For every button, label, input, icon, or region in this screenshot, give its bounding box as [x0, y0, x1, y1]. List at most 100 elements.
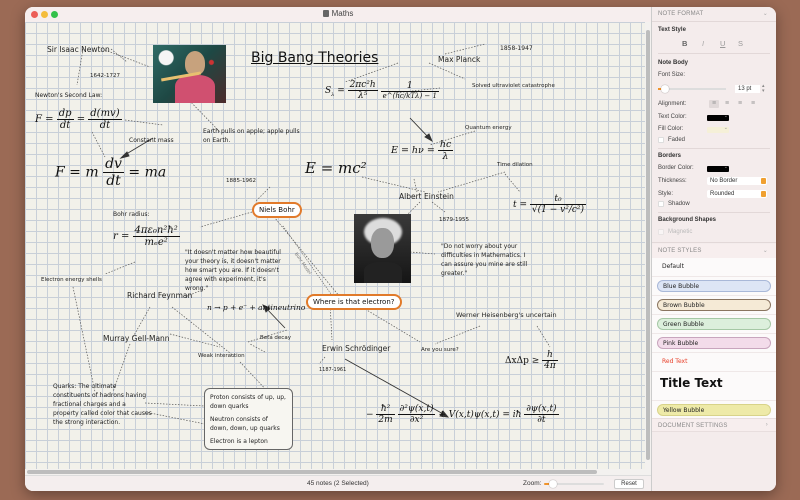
- chevron-down-icon[interactable]: ⌄: [763, 10, 768, 17]
- note-styles-list: Default Blue Bubble Brown Bubble Green Bubb…: [652, 258, 776, 424]
- note-erwin-schrodinger[interactable]: Erwin Schrödinger: [322, 344, 390, 353]
- fill-color-well[interactable]: ⌄: [707, 125, 729, 133]
- note-quantum-energy[interactable]: Quantum energy: [465, 125, 512, 131]
- horizontal-scroll-thumb[interactable]: [27, 470, 597, 474]
- equation-newton-fma[interactable]: F = m dv dt = ma: [55, 156, 166, 189]
- link-line: [72, 286, 96, 393]
- vertical-scroll-thumb[interactable]: [646, 30, 650, 460]
- eq-num: dv: [103, 156, 124, 173]
- newton-portrait-image[interactable]: [153, 45, 226, 103]
- text-color-well[interactable]: ⌄: [707, 113, 729, 121]
- link-line: [132, 306, 151, 338]
- note-newton-years[interactable]: 1642-1727: [90, 73, 120, 79]
- note-schrodinger-years[interactable]: 1187-1961: [319, 367, 346, 373]
- equation-schrodinger[interactable]: − ħ² 2m ∂²ψ(x,t) ∂x² + V(x,t)ψ(x,t) = iħ ∂…: [366, 404, 559, 425]
- note-heisenberg[interactable]: Werner Heisenberg's uncertain: [456, 311, 557, 319]
- zoom-slider-knob[interactable]: [549, 480, 558, 488]
- note-style-item[interactable]: Brown Bubble: [652, 296, 776, 315]
- faded-checkbox[interactable]: [658, 137, 664, 143]
- equation-bohr-radius[interactable]: r = 4πε₀n²ħ² mₑe²: [113, 225, 180, 248]
- note-beta-decay[interactable]: Beta decay: [260, 335, 291, 341]
- einstein-portrait-image[interactable]: [354, 214, 411, 283]
- note-style-item[interactable]: Red Text: [652, 353, 776, 372]
- chevron-down-icon: ⌄: [723, 164, 728, 170]
- title-bar: Maths: [25, 7, 651, 22]
- eq-fraction: 2πc²h λ⁵: [347, 80, 378, 101]
- note-newton-second-law[interactable]: Newton's Second Law:: [35, 92, 102, 99]
- magnetic-checkbox[interactable]: [658, 229, 664, 235]
- note-bohr-radius[interactable]: Bohr radius:: [113, 211, 150, 218]
- zoom-slider[interactable]: [544, 480, 604, 488]
- note-einstein-quote[interactable]: "Do not worry about your difficulties in…: [441, 242, 531, 278]
- note-albert-einstein[interactable]: Albert Einstein: [399, 192, 454, 201]
- note-time-dilation[interactable]: Time dilation: [497, 162, 533, 168]
- underline-button[interactable]: U: [720, 39, 725, 48]
- equation-emc2[interactable]: E = mc²: [305, 159, 367, 177]
- equation-uncertainty[interactable]: ΔxΔp ≥ h 4π: [505, 350, 558, 371]
- note-max-planck[interactable]: Max Planck: [438, 55, 480, 64]
- map-title[interactable]: Big Bang Theories: [251, 50, 378, 66]
- app-window: Maths Big Bang Theories Sir Isaac Newton…: [25, 7, 776, 491]
- link-line: [144, 402, 206, 407]
- equation-newton-momentum[interactable]: F = dp dt = d(mv) dt: [35, 108, 122, 131]
- note-bohr-years[interactable]: 1885-1962: [226, 178, 256, 184]
- note-murray-gell-mann[interactable]: Murray Gell-Mann: [103, 334, 170, 343]
- font-size-slider-knob[interactable]: [661, 85, 669, 93]
- eq-den: e^(hc/kTλ) − 1: [382, 92, 437, 100]
- italic-button[interactable]: I: [702, 39, 704, 48]
- align-left-button[interactable]: ≡: [709, 100, 719, 108]
- note-ultraviolet[interactable]: Solved ultraviolet catastrophe: [472, 83, 555, 89]
- note-are-you-sure[interactable]: Are you sure?: [421, 347, 459, 353]
- thickness-popup[interactable]: No Border: [707, 177, 767, 185]
- mind-map-canvas[interactable]: Big Bang Theories Sir Isaac Newton 1642-…: [25, 22, 645, 469]
- align-justify-button[interactable]: ≡: [748, 100, 758, 108]
- link-line: [110, 48, 128, 63]
- align-right-button[interactable]: ≡: [735, 100, 745, 108]
- note-style-item[interactable]: Title Text: [652, 372, 776, 401]
- equation-beta-decay[interactable]: n → p + e⁻ + antineutrino: [207, 303, 305, 312]
- note-style-item[interactable]: Green Bubble: [652, 315, 776, 334]
- note-earth-pulls[interactable]: Earth pulls on apple; apple pulls on Ear…: [203, 127, 303, 145]
- note-style-label: Green Bubble: [657, 318, 771, 330]
- border-style-popup[interactable]: Rounded: [707, 190, 767, 198]
- eq-fraction: d(mv) dt: [88, 108, 122, 131]
- font-size-field[interactable]: 13 pt: [735, 85, 760, 93]
- note-particles-box[interactable]: Proton consists of up, up, down quarks N…: [204, 388, 293, 450]
- note-weak-interaction[interactable]: Weak interaction: [198, 353, 245, 359]
- equation-planck[interactable]: Sλ = 2πc²h λ⁵ 1 e^(hc/kTλ) − 1: [325, 80, 439, 101]
- bubble-niels-bohr[interactable]: Niels Bohr: [252, 202, 302, 218]
- note-planck-years[interactable]: 1858-1947: [500, 45, 533, 52]
- note-format-header[interactable]: NOTE FORMAT ⌄: [652, 7, 776, 21]
- chevron-right-icon[interactable]: ›: [766, 422, 768, 428]
- font-size-stepper[interactable]: ▴ ▾: [762, 84, 767, 94]
- note-styles-header-label: NOTE STYLES: [658, 248, 702, 254]
- note-style-item[interactable]: Blue Bubble: [652, 277, 776, 296]
- note-quarks[interactable]: Quarks: The ultimate constituents of had…: [53, 382, 153, 427]
- note-newton[interactable]: Sir Isaac Newton: [47, 45, 110, 54]
- align-center-button[interactable]: ≡: [722, 100, 732, 108]
- note-richard-feynman[interactable]: Richard Feynman: [127, 291, 192, 300]
- strikethrough-button[interactable]: S: [738, 39, 743, 48]
- eq-num: 4πε₀n²ħ²: [132, 225, 180, 237]
- note-constant-mass[interactable]: Constant mass: [129, 137, 174, 144]
- equation-time-dilation[interactable]: t = t₀ √(1 − v²/c²): [513, 194, 587, 215]
- note-neutron: Neutron consists of down, down, up quark…: [210, 416, 280, 432]
- border-color-well[interactable]: ⌄: [707, 164, 729, 172]
- equation-quantum-energy[interactable]: E = hν = hc λ: [391, 139, 454, 162]
- chevron-down-icon[interactable]: ⌄: [763, 247, 768, 254]
- bold-button[interactable]: B: [682, 39, 687, 48]
- note-style-item[interactable]: Default: [652, 258, 776, 277]
- document-settings-header[interactable]: DOCUMENT SETTINGS ›: [652, 418, 776, 432]
- note-einstein-years[interactable]: 1879-1955: [439, 217, 469, 223]
- link-line: [104, 49, 151, 68]
- note-electron-shells[interactable]: Electron energy shells: [41, 277, 102, 283]
- chevron-down-icon: ⌄: [723, 125, 728, 131]
- note-styles-header[interactable]: NOTE STYLES ⌄: [652, 244, 776, 258]
- note-style-item[interactable]: Pink Bubble: [652, 334, 776, 353]
- reset-zoom-button[interactable]: Reset: [614, 479, 644, 489]
- shadow-checkbox[interactable]: [658, 201, 664, 207]
- note-feynman-quote[interactable]: "It doesn't matter how beautiful your th…: [185, 248, 290, 293]
- bubble-where-electron[interactable]: Where is that electron?: [306, 294, 402, 310]
- eq-num: ∂²ψ(x,t): [397, 404, 436, 415]
- background-shapes-label: Background Shapes: [658, 217, 717, 223]
